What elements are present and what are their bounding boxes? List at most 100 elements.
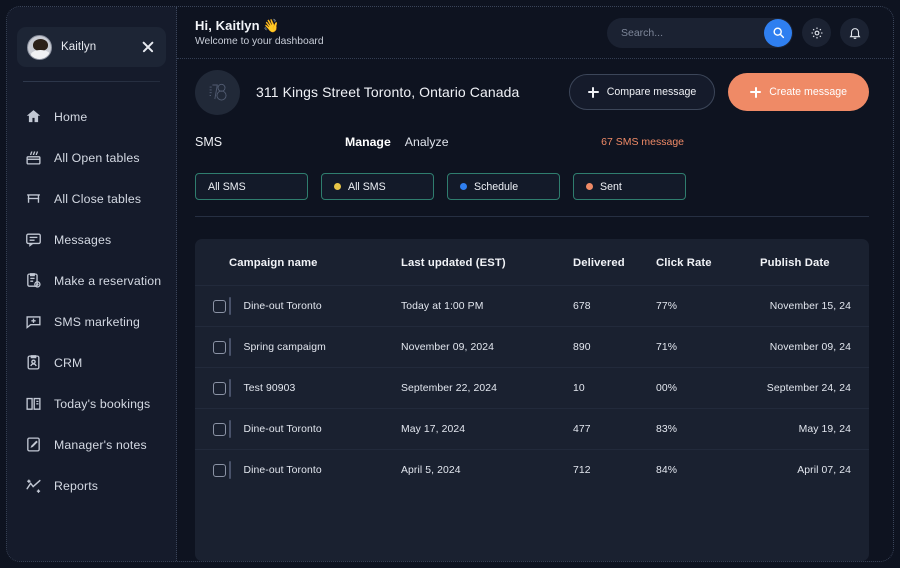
sidebar-item-reports[interactable]: Reports: [7, 465, 176, 506]
sidebar-item-todays-bookings[interactable]: Today's bookings: [7, 383, 176, 424]
cell-publish-date: November 15, 24: [760, 285, 869, 327]
reservation-icon: [25, 272, 42, 289]
column-delivered: Delivered: [573, 257, 625, 269]
sidebar-item-crm[interactable]: CRM: [7, 342, 176, 383]
compare-message-button[interactable]: Compare message: [568, 74, 716, 110]
sidebar-item-all-open-tables[interactable]: All Open tables: [7, 137, 176, 178]
filter-chip-sent[interactable]: Sent: [573, 173, 686, 200]
table-row[interactable]: Dine-out Toronto Today at 1:00 PM 678 77…: [195, 285, 869, 327]
cell-delivered: 712: [573, 449, 656, 490]
search-box[interactable]: [607, 17, 793, 48]
sidebar-nav: Home All Open tables All Close tables Me…: [7, 96, 176, 506]
row-checkbox[interactable]: [213, 463, 226, 477]
sidebar-item-sms-marketing[interactable]: SMS marketing: [7, 301, 176, 342]
cell-publish-date: May 19, 24: [760, 408, 869, 450]
app-window: Kaitlyn Home All Open tables All Close t…: [6, 6, 894, 562]
row-accent-bar: [229, 461, 231, 479]
table-row[interactable]: Spring campaigm November 09, 2024 890 71…: [195, 326, 869, 368]
filter-chip-label: All SMS: [208, 180, 246, 193]
row-accent-bar: [229, 379, 231, 397]
sidebar-item-home[interactable]: Home: [7, 96, 176, 137]
topbar: Hi, Kaitlyn 👋 Welcome to your dashboard: [177, 7, 893, 59]
filter-chip-all-sms[interactable]: All SMS: [195, 173, 308, 200]
table-row[interactable]: Test 90903 September 22, 2024 10 00% Sep…: [195, 367, 869, 409]
section-header: SMS Manage Analyze 67 SMS message: [195, 125, 869, 159]
sidebar-item-label: Messages: [54, 232, 112, 247]
row-checkbox[interactable]: [213, 299, 226, 313]
campaign-name-text: Dine-out Toronto: [243, 464, 322, 476]
cell-click-rate: 00%: [656, 367, 760, 409]
cell-publish-date: April 07, 24: [760, 449, 869, 490]
status-dot-blue: [460, 183, 467, 190]
close-icon[interactable]: [140, 39, 156, 55]
sidebar-item-label: Today's bookings: [54, 396, 151, 411]
cell-delivered: 10: [573, 367, 656, 409]
section-tabs: Manage Analyze: [345, 135, 449, 149]
cell-campaign-name: Dine-out Toronto: [229, 408, 401, 450]
home-icon: [25, 108, 42, 125]
bookings-icon: [25, 395, 42, 412]
row-checkbox[interactable]: [213, 422, 226, 436]
profile-card[interactable]: Kaitlyn: [17, 27, 166, 67]
tab-manage[interactable]: Manage: [345, 135, 391, 149]
cell-campaign-name: Spring campaigm: [229, 326, 401, 368]
venue-logo-icon: [195, 69, 240, 115]
row-accent-bar: [229, 338, 231, 356]
table-row[interactable]: Dine-out Toronto May 17, 2024 477 83% Ma…: [195, 408, 869, 450]
cell-delivered: 477: [573, 408, 656, 450]
row-checkbox[interactable]: [213, 340, 226, 354]
main-area: Hi, Kaitlyn 👋 Welcome to your dashboard: [177, 7, 893, 561]
status-dot-orange: [586, 183, 593, 190]
filter-chip-schedule[interactable]: Schedule: [447, 173, 560, 200]
search-input[interactable]: [621, 26, 751, 39]
cell-click-rate: 83%: [656, 408, 760, 450]
sidebar-item-messages[interactable]: Messages: [7, 219, 176, 260]
sidebar-item-all-close-tables[interactable]: All Close tables: [7, 178, 176, 219]
greeting-subtitle: Welcome to your dashboard: [195, 36, 324, 47]
create-message-button[interactable]: Create message: [728, 73, 869, 111]
cell-campaign-name: Dine-out Toronto: [229, 449, 401, 490]
campaign-name-text: Dine-out Toronto: [243, 300, 322, 312]
filter-chip-label: Schedule: [474, 180, 519, 193]
sidebar-item-label: All Close tables: [54, 191, 142, 206]
close-tables-icon: [25, 190, 42, 207]
topbar-actions: [607, 17, 869, 48]
row-checkbox-cell: [195, 285, 229, 327]
column-select: [195, 239, 229, 286]
filter-chip-label: All SMS: [348, 180, 386, 193]
row-checkbox-cell: [195, 449, 229, 490]
sms-marketing-icon: [25, 313, 42, 330]
venue-address: 311 Kings Street Toronto, Ontario Canada: [256, 84, 520, 100]
plus-icon: [587, 86, 599, 98]
cell-last-updated: May 17, 2024: [401, 408, 573, 450]
sidebar-item-label: Home: [54, 109, 88, 124]
profile-name: Kaitlyn: [61, 41, 97, 53]
table-header-row: Campaign name Last updated (EST) Deliver…: [195, 239, 869, 286]
sidebar-divider: [23, 81, 160, 82]
row-checkbox[interactable]: [213, 381, 226, 395]
cell-last-updated: September 22, 2024: [401, 367, 573, 409]
sidebar: Kaitlyn Home All Open tables All Close t…: [7, 7, 177, 561]
create-message-label: Create message: [769, 86, 847, 98]
filter-chips: All SMS All SMS Schedule Sent: [195, 173, 869, 200]
crm-icon: [25, 354, 42, 371]
avatar: [27, 34, 52, 60]
sidebar-item-label: Reports: [54, 478, 99, 493]
open-tables-icon: [25, 149, 42, 166]
filter-chip-all-sms-draft[interactable]: All SMS: [321, 173, 434, 200]
compare-message-label: Compare message: [606, 86, 697, 98]
row-accent-bar: [229, 420, 231, 438]
sidebar-item-label: SMS marketing: [54, 314, 141, 329]
sidebar-item-managers-notes[interactable]: Manager's notes: [7, 424, 176, 465]
sidebar-item-label: Manager's notes: [54, 437, 147, 452]
table-row[interactable]: Dine-out Toronto April 5, 2024 712 84% A…: [195, 449, 869, 490]
column-campaign-name: Campaign name: [229, 257, 318, 269]
filter-chip-label: Sent: [600, 180, 622, 193]
tab-analyze[interactable]: Analyze: [405, 135, 449, 149]
cell-campaign-name: Dine-out Toronto: [229, 285, 401, 327]
sidebar-item-make-a-reservation[interactable]: Make a reservation: [7, 260, 176, 301]
search-icon[interactable]: [764, 18, 792, 47]
gear-icon[interactable]: [802, 18, 831, 47]
bell-icon[interactable]: [840, 18, 869, 47]
plus-icon: [750, 86, 762, 98]
